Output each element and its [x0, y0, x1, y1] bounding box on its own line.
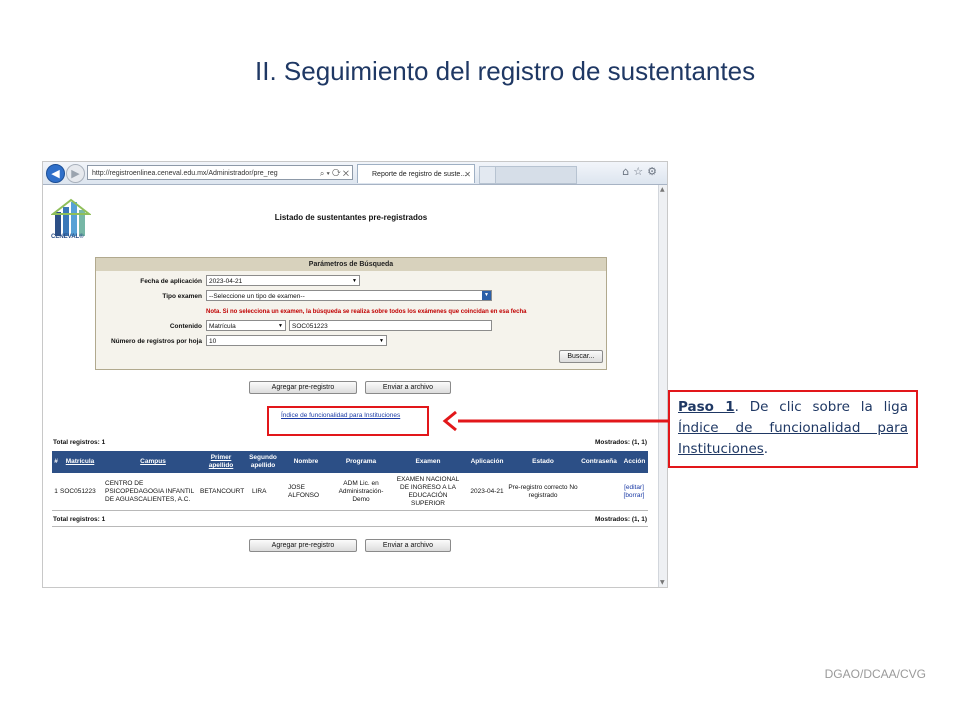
search-refresh-icons[interactable]: ⌕ ▾ ⟳ ✕ — [320, 166, 349, 179]
cell-nombre: JOSE ALFONSO — [288, 483, 320, 499]
note-text: Nota. Si no selecciona un examen, la bús… — [206, 309, 527, 315]
close-icon[interactable]: ✕ — [464, 165, 471, 184]
total-registros-top: Total registros: 1 — [53, 439, 106, 446]
table-row: 1 SOC051223 CENTRO DE PSICOPEDAGOGIA INF… — [52, 473, 648, 511]
step-label: Paso 1 — [678, 399, 735, 415]
contenido-value: Matrícula — [209, 323, 236, 330]
forward-arrow-icon[interactable]: ▶ — [66, 164, 85, 183]
contenido-label: Contenido — [169, 323, 202, 330]
footer-text: DGAO/DCAA/CVG — [824, 667, 926, 681]
th-segundo-apellido: Segundo apellido — [249, 454, 277, 469]
cell-examen: EXAMEN NACIONAL DE INGRESO A LA EDUCACIÓ… — [396, 475, 460, 507]
buscar-button[interactable]: Buscar... — [559, 350, 603, 363]
cell-segundo-apellido: LIRA — [252, 487, 267, 495]
tipo-examen-label: Tipo examen — [162, 293, 202, 300]
cell-primer-apellido: BETANCOURT — [200, 487, 245, 495]
enviar-archivo-button[interactable]: Enviar a archivo — [365, 381, 451, 394]
address-url: http://registroenlinea.ceneval.edu.mx/Ad… — [92, 170, 278, 177]
th-num: # — [54, 458, 58, 465]
mostrados-top: Mostrados: (1, 1) — [594, 439, 647, 446]
tab-title: Reporte de registro de suste... — [372, 171, 467, 178]
th-aplicacion: Aplicación — [470, 458, 504, 465]
fecha-select[interactable]: 2023-04-21 ▼ — [206, 275, 360, 286]
cell-aplicacion: 2023-04-21 — [470, 487, 504, 495]
th-estado: Estado — [532, 458, 554, 465]
logo-text: CENEVAL® — [51, 234, 84, 240]
chevron-down-icon: ▼ — [379, 338, 384, 344]
browser-window: ◀ ▶ http://registroenlinea.ceneval.edu.m… — [42, 161, 668, 588]
search-parameters-panel: Parámetros de Búsqueda Fecha de aplicaci… — [95, 257, 607, 370]
panel-title: Parámetros de Búsqueda — [96, 258, 606, 271]
browser-toolbar: ◀ ▶ http://registroenlinea.ceneval.edu.m… — [43, 162, 667, 185]
chevron-down-icon: ▼ — [278, 323, 283, 329]
mostrados-bottom: Mostrados: (1, 1) — [594, 516, 647, 523]
callout-end: . — [763, 441, 769, 457]
cell-num: 1 — [54, 487, 58, 495]
enviar-archivo-button-bottom[interactable]: Enviar a archivo — [365, 539, 451, 552]
scroll-down-icon[interactable]: ▼ — [660, 579, 665, 586]
slide-title: II. Seguimiento del registro de sustenta… — [255, 56, 756, 86]
cell-programa: ADM Lic. en Administración-Demo — [338, 479, 384, 503]
cell-matricula: SOC051223 — [60, 487, 96, 495]
cell-accion: [editar] [borrar] — [620, 473, 648, 510]
cell-estado: Pre-registro correcto No registrado — [508, 483, 578, 499]
th-nombre: Nombre — [293, 458, 319, 465]
th-campus[interactable]: Campus — [107, 451, 199, 473]
step-callout: Paso 1. De clic sobre la liga Índice de … — [668, 390, 918, 468]
contenido-input-value: SOC051223 — [292, 323, 328, 330]
fecha-value: 2023-04-21 — [209, 278, 243, 285]
cell-campus: CENTRO DE PSICOPEDAGOGIA INFANTIL DE AGU… — [105, 479, 194, 503]
pointer-arrow-icon — [442, 410, 668, 432]
tab-reporte[interactable]: Reporte de registro de suste... ✕ — [357, 164, 475, 183]
back-arrow-icon[interactable]: ◀ — [46, 164, 65, 183]
tab-other[interactable] — [495, 166, 577, 184]
scroll-up-icon[interactable]: ▲ — [660, 186, 665, 193]
callout-text: . De clic sobre la liga — [734, 399, 908, 415]
tipo-examen-value: --Seleccione un tipo de examen-- — [209, 293, 305, 300]
agregar-pre-registro-button[interactable]: Agregar pre-registro — [249, 381, 357, 394]
th-programa: Programa — [345, 458, 377, 465]
borrar-link[interactable]: [borrar] — [624, 492, 645, 500]
th-accion: Acción — [623, 458, 646, 465]
fecha-label: Fecha de aplicación — [140, 278, 202, 285]
home-star-gear-icons[interactable]: ⌂☆⚙ — [622, 165, 661, 178]
tipo-examen-select[interactable]: --Seleccione un tipo de examen-- ▼ — [206, 290, 492, 301]
table-header: # Matrícula Campus Primer apellido Segun… — [52, 451, 648, 473]
divider — [52, 526, 648, 527]
agregar-pre-registro-button-bottom[interactable]: Agregar pre-registro — [249, 539, 357, 552]
page-heading: Listado de sustentantes pre-registrados — [274, 213, 428, 222]
th-examen: Examen — [415, 458, 441, 465]
chevron-down-icon: ▼ — [352, 278, 357, 284]
vertical-scrollbar[interactable]: ▲ ▼ — [658, 185, 667, 587]
th-matricula[interactable]: Matrícula — [61, 451, 99, 473]
numero-registros-select[interactable]: 10 ▼ — [206, 335, 387, 346]
th-contrasena: Contraseña — [581, 458, 617, 465]
contenido-select[interactable]: Matrícula ▼ — [206, 320, 286, 331]
address-bar[interactable]: http://registroenlinea.ceneval.edu.mx/Ad… — [87, 165, 353, 180]
editar-link[interactable]: [editar] — [624, 484, 644, 492]
numero-registros-label: Número de registros por hoja — [110, 338, 202, 345]
total-registros-bottom: Total registros: 1 — [53, 516, 106, 523]
contenido-input[interactable]: SOC051223 — [289, 320, 492, 331]
web-page: CENEVAL® Listado de sustentantes pre-reg… — [43, 185, 659, 587]
numero-registros-value: 10 — [209, 338, 217, 345]
highlight-box — [267, 406, 429, 436]
th-primer-apellido[interactable]: Primer apellido — [200, 451, 242, 473]
callout-link-text: Índice de funcionalidad para Institucion… — [678, 420, 908, 457]
chevron-down-icon: ▼ — [482, 291, 491, 300]
